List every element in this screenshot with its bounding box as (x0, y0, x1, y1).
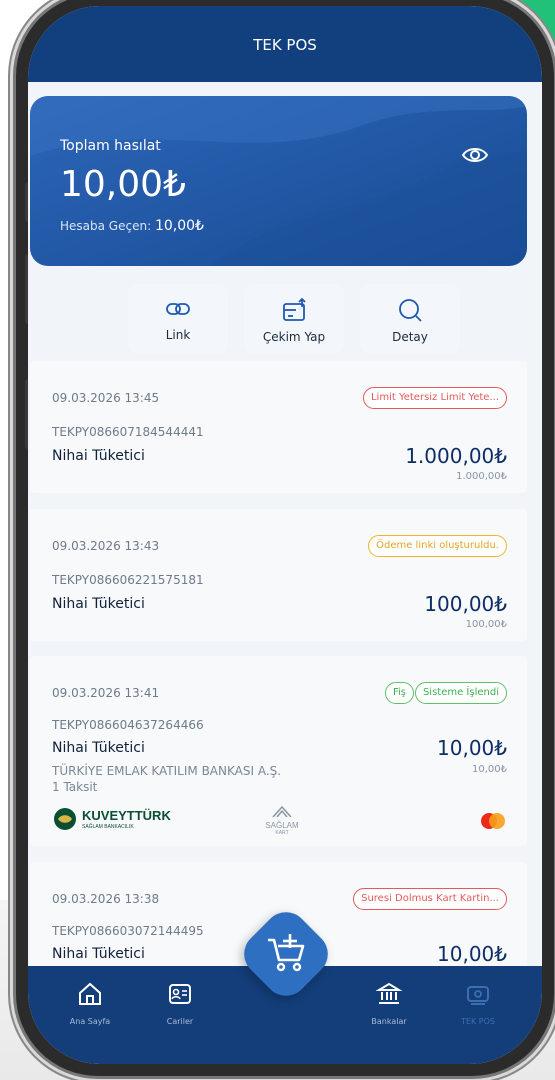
nav-item-bankalar[interactable]: Bankalar (354, 981, 424, 1026)
saglam-kart-logo: SAĞLAM KART (262, 802, 302, 836)
home-icon (79, 982, 101, 1005)
nav-item-tek-pos[interactable]: TEK POS (443, 981, 513, 1026)
status-badge: Limit Yetersiz Limit Yete... (362, 387, 507, 409)
add-to-cart-icon (268, 934, 305, 972)
transaction-datetime: 09.03.2026 13:41 (52, 686, 160, 700)
nav-item-label: TEK POS (461, 1017, 495, 1026)
nav-item-label: Cariler (166, 1017, 194, 1026)
transaction-code: TEKPY086603072144495 (52, 924, 204, 938)
customer-name: Nihai Tüketici (52, 740, 145, 756)
link-action-label: Link (165, 328, 191, 342)
transaction-card[interactable]: 09.03.2026 13:45 Limit Yetersiz Limit Ye… (30, 361, 527, 493)
transaction-card[interactable]: 09.03.2026 13:43 Ödeme linki oluşturuldu… (30, 509, 527, 641)
bank-name: TÜRKİYE EMLAK KATILIM BANKASI A.Ş. (52, 764, 282, 778)
toggle-visibility-button[interactable] (460, 140, 490, 170)
withdraw-action-label: Çekim Yap (262, 330, 326, 344)
status-badge: Ödeme linki oluşturuldu. (368, 535, 507, 557)
phone-frame: TEK POS Toplam hasılat 10,00₺ Hesaba Geç… (16, 0, 554, 1076)
detail-action-button[interactable]: Detay (360, 284, 460, 354)
withdraw-action-button[interactable]: Çekim Yap (244, 284, 344, 354)
saglam-kart-icon (272, 805, 292, 818)
total-revenue-amount: 10,00₺ (60, 164, 186, 205)
status-badge: Sisteme İşlendi (414, 682, 507, 704)
transferred-label: Hesaba Geçen: (60, 219, 152, 233)
transaction-datetime: 09.03.2026 13:45 (52, 391, 160, 405)
total-revenue-label: Toplam hasılat (60, 138, 161, 154)
detail-action-label: Detay (392, 330, 428, 344)
link-icon (166, 303, 190, 315)
transaction-code: TEKPY086606221575181 (52, 573, 204, 587)
bank-icon (375, 982, 403, 1004)
installment-count: 1 Taksit (52, 780, 98, 794)
customer-name: Nihai Tüketici (52, 448, 145, 464)
status-badge: Suresi Dolmus Kart Kartin... (353, 888, 507, 910)
nav-item-home[interactable]: Ana Sayfa (55, 981, 125, 1026)
eye-icon (461, 148, 489, 162)
transferred-amount: 10,00₺ (154, 218, 204, 234)
withdraw-icon (283, 298, 306, 321)
link-action-button[interactable]: Link (128, 284, 228, 354)
revenue-card: Toplam hasılat 10,00₺ Hesaba Geçen: 10,0… (30, 96, 527, 266)
nav-item-label: Bankalar (371, 1017, 407, 1026)
transaction-amount: 100,00₺ (424, 592, 507, 616)
transaction-amount-secondary: 10,00₺ (472, 764, 507, 775)
bank-logo-text: KUVEYTTÜRK (82, 808, 171, 823)
customer-name: Nihai Tüketici (52, 946, 145, 962)
transferred-line: Hesaba Geçen: 10,00₺ (60, 218, 204, 234)
transaction-amount: 10,00₺ (437, 942, 507, 966)
app-screen: TEK POS Toplam hasılat 10,00₺ Hesaba Geç… (28, 6, 542, 1064)
app-header: TEK POS (28, 6, 542, 82)
transaction-datetime: 09.03.2026 13:43 (52, 539, 160, 553)
pos-icon (467, 986, 489, 1005)
transaction-amount: 10,00₺ (437, 736, 507, 760)
saglam-kart-text: SAĞLAM (265, 821, 299, 830)
transaction-card[interactable]: 09.03.2026 13:41 Fiş Sisteme İşlendi TEK… (30, 656, 527, 846)
customer-name: Nihai Tüketici (52, 596, 145, 612)
nav-item-label: Ana Sayfa (69, 1017, 111, 1026)
saglam-kart-subtext: KART (275, 830, 289, 836)
transaction-amount-secondary: 100,00₺ (465, 619, 507, 630)
transaction-code: TEKPY086607184544441 (52, 425, 204, 439)
bank-logo-subtext: SAĞLAM BANKACILIK (82, 824, 134, 830)
search-icon (399, 299, 422, 322)
transaction-amount-secondary: 1.000,00₺ (456, 471, 507, 482)
receipt-badge[interactable]: Fiş (384, 682, 414, 704)
bank-logo-icon (54, 808, 76, 830)
nav-item-cariler[interactable]: Cariler (145, 981, 215, 1026)
quick-actions: Link Çekim Yap Detay (128, 284, 468, 354)
contacts-icon (169, 984, 191, 1004)
transaction-code: TEKPY086604637264466 (52, 718, 204, 732)
mastercard-icon (481, 813, 505, 829)
app-title: TEK POS (253, 36, 317, 54)
transaction-datetime: 09.03.2026 13:38 (52, 892, 160, 906)
transaction-amount: 1.000,00₺ (405, 444, 507, 468)
